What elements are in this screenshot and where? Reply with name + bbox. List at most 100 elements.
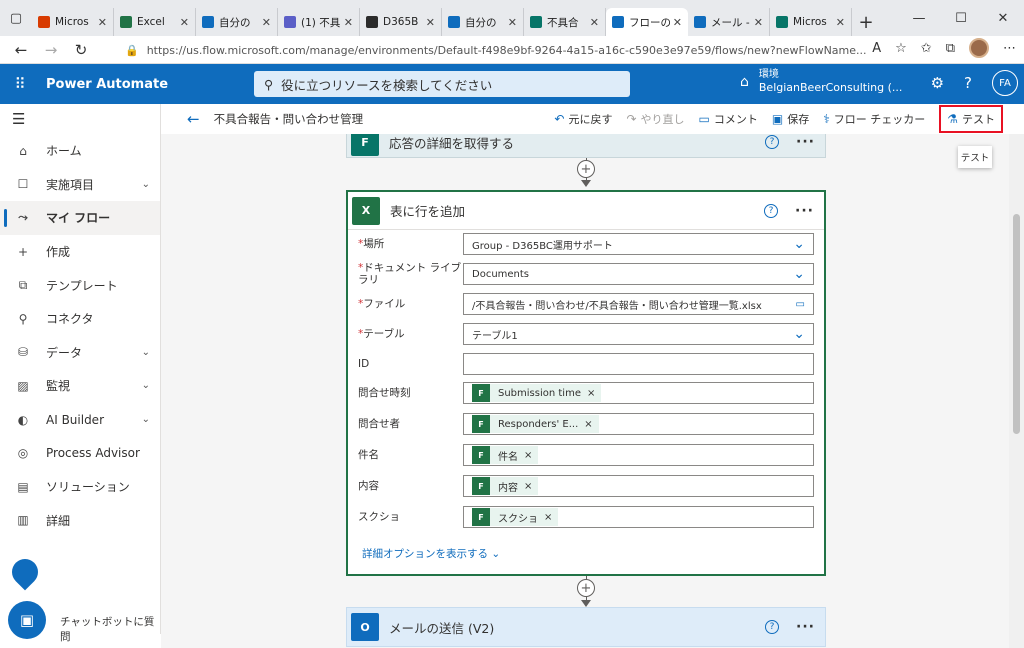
chevron-down-icon[interactable]: ⌄ [793,326,805,342]
close-tab-icon[interactable]: ✕ [344,16,353,29]
close-tab-icon[interactable]: ✕ [590,16,599,29]
sidebar-item[interactable]: ☐ 実施項目 ⌄ [0,168,160,202]
environment-picker[interactable]: ⌂ 環境 BelgianBeerConsulting (... [740,69,902,95]
folder-icon[interactable]: ▭ [796,299,805,310]
favorites-icon[interactable]: ✩ [921,41,932,56]
close-tab-icon[interactable]: ✕ [836,16,845,29]
back-arrow-icon[interactable]: ← [187,110,200,128]
main-card-header[interactable]: X 表に行を追加 ? ··· [348,192,824,230]
remove-token-icon[interactable]: × [587,388,595,399]
close-tab-icon[interactable]: ✕ [754,16,763,29]
dynamic-content-token[interactable]: F Responders' E... × [472,415,599,433]
help-circle-icon[interactable]: ? [765,135,779,149]
field-input[interactable]: F スクショ × [463,506,814,528]
sidebar-item[interactable]: ◐ AI Builder ⌄ [0,403,160,437]
help-circle-icon[interactable]: ? [764,203,778,218]
close-tab-icon[interactable]: ✕ [262,16,271,29]
more-options-icon[interactable]: ··· [796,619,815,635]
sidebar-item[interactable]: ⚲ コネクタ [0,302,160,336]
prev-action-card[interactable]: F 応答の詳細を取得する ? ··· [346,134,826,158]
remove-token-icon[interactable]: × [584,419,592,430]
field-input[interactable] [463,353,814,375]
browser-tab[interactable]: Micros ✕ [770,8,852,36]
browser-tab[interactable]: Excel ✕ [114,8,196,36]
comment-button[interactable]: ▭ コメント [699,111,758,127]
remove-token-icon[interactable]: × [524,450,532,461]
maximize-icon[interactable]: ☐ [940,0,982,36]
user-avatar[interactable]: FA [992,70,1018,96]
browser-tab[interactable]: 自分の ✕ [442,8,524,36]
sidebar-item[interactable]: ⧉ テンプレート [0,268,160,302]
sidebar-item[interactable]: + 作成 [0,235,160,269]
chat-bubble-icon[interactable] [6,553,44,591]
close-tab-icon[interactable]: ✕ [180,16,189,29]
chevron-down-icon[interactable]: ⌄ [142,414,150,425]
scrollbar-thumb[interactable] [1013,214,1020,434]
app-name[interactable]: Power Automate [46,77,168,92]
chatbot-label[interactable]: チャットボットに質問 [60,614,160,644]
browser-tab[interactable]: (1) 不具 ✕ [278,8,360,36]
browser-tab[interactable]: 不具合 ✕ [524,8,606,36]
app-launcher-icon[interactable]: ⠿ [0,75,40,93]
search-input[interactable]: ⚲ 役に立つリソースを検索してください [254,71,630,97]
insert-step-plus-icon[interactable]: + [577,160,595,178]
close-tab-icon[interactable]: ✕ [673,16,682,29]
browser-tab[interactable]: 自分の ✕ [196,8,278,36]
new-tab-button[interactable]: + [852,8,880,36]
browser-tab[interactable]: フローの ✕ [606,8,688,36]
favorite-star-icon[interactable]: ☆ [895,41,907,56]
field-input[interactable]: /不具合報告・問い合わせ/不具合報告・問い合わせ管理一覧.xlsx ▭ [463,293,814,315]
close-tab-icon[interactable]: ✕ [426,16,435,29]
dynamic-content-token[interactable]: F Submission time × [472,384,602,402]
field-dropdown[interactable]: Group - D365BC運用サポート ⌄ [463,233,814,255]
chevron-down-icon[interactable]: ⌄ [142,179,150,190]
tab-actions-icon[interactable]: ▢ [0,0,32,36]
field-dropdown[interactable]: テーブル1 ⌄ [463,323,814,345]
settings-gear-icon[interactable]: ⚙ [931,74,944,92]
sidebar-item[interactable]: ▤ ソリューション [0,470,160,504]
hamburger-menu-icon[interactable]: ☰ [0,104,160,134]
minimize-icon[interactable]: — [898,0,940,36]
url-field[interactable]: 🔒 https://us.flow.microsoft.com/manage/e… [125,40,875,60]
advanced-options-link[interactable]: 詳細オプションを表示する ⌄ [362,546,500,561]
sidebar-item[interactable]: ⛁ データ ⌄ [0,336,160,370]
field-input[interactable]: F 件名 × [463,444,814,466]
help-circle-icon[interactable]: ? [765,620,779,634]
sidebar-item[interactable]: ⤳ マイ フロー [0,201,160,235]
more-menu-icon[interactable]: ⋯ [1003,41,1016,56]
sidebar-item[interactable]: ◎ Process Advisor [0,436,160,470]
chevron-down-icon[interactable]: ⌄ [142,347,150,358]
chevron-down-icon[interactable]: ⌄ [142,380,150,391]
send-email-action-card[interactable]: O メールの送信 (V2) ? ··· [346,607,826,647]
field-dropdown[interactable]: Documents ⌄ [463,263,814,285]
scrollbar[interactable] [1009,134,1024,648]
field-input[interactable]: F Responders' E... × [463,413,814,435]
browser-tab[interactable]: メール - ✕ [688,8,770,36]
collections-icon[interactable]: ⧉ [946,41,955,56]
close-tab-icon[interactable]: ✕ [98,16,107,29]
close-window-icon[interactable]: ✕ [982,0,1024,36]
more-options-icon[interactable]: ··· [795,203,814,219]
dynamic-content-token[interactable]: F スクショ × [472,508,559,526]
sidebar-item[interactable]: ⌂ ホーム [0,134,160,168]
read-aloud-icon[interactable]: A [872,41,881,56]
test-button[interactable]: ⚗ テスト [939,105,1003,133]
dynamic-content-token[interactable]: F 内容 × [472,477,539,495]
chevron-down-icon[interactable]: ⌄ [793,266,805,282]
remove-token-icon[interactable]: × [544,512,552,523]
flow-checker-button[interactable]: ⚕ フロー チェッカー [823,111,925,127]
flow-name[interactable]: 不具合報告・問い合わせ管理 [214,111,364,127]
insert-step-plus-icon[interactable]: + [577,579,595,597]
field-input[interactable]: F 内容 × [463,475,814,497]
chevron-down-icon[interactable]: ⌄ [793,236,805,252]
redo-button[interactable]: ↷ やり直し [626,111,684,127]
back-icon[interactable]: ← [6,41,36,59]
close-tab-icon[interactable]: ✕ [508,16,517,29]
browser-tab[interactable]: D365B ✕ [360,8,442,36]
remove-token-icon[interactable]: × [524,481,532,492]
forward-icon[interactable]: → [36,41,66,59]
help-icon[interactable]: ? [964,74,972,92]
more-options-icon[interactable]: ··· [796,134,815,150]
undo-button[interactable]: ↶ 元に戻す [554,111,612,127]
profile-avatar[interactable] [969,38,989,58]
